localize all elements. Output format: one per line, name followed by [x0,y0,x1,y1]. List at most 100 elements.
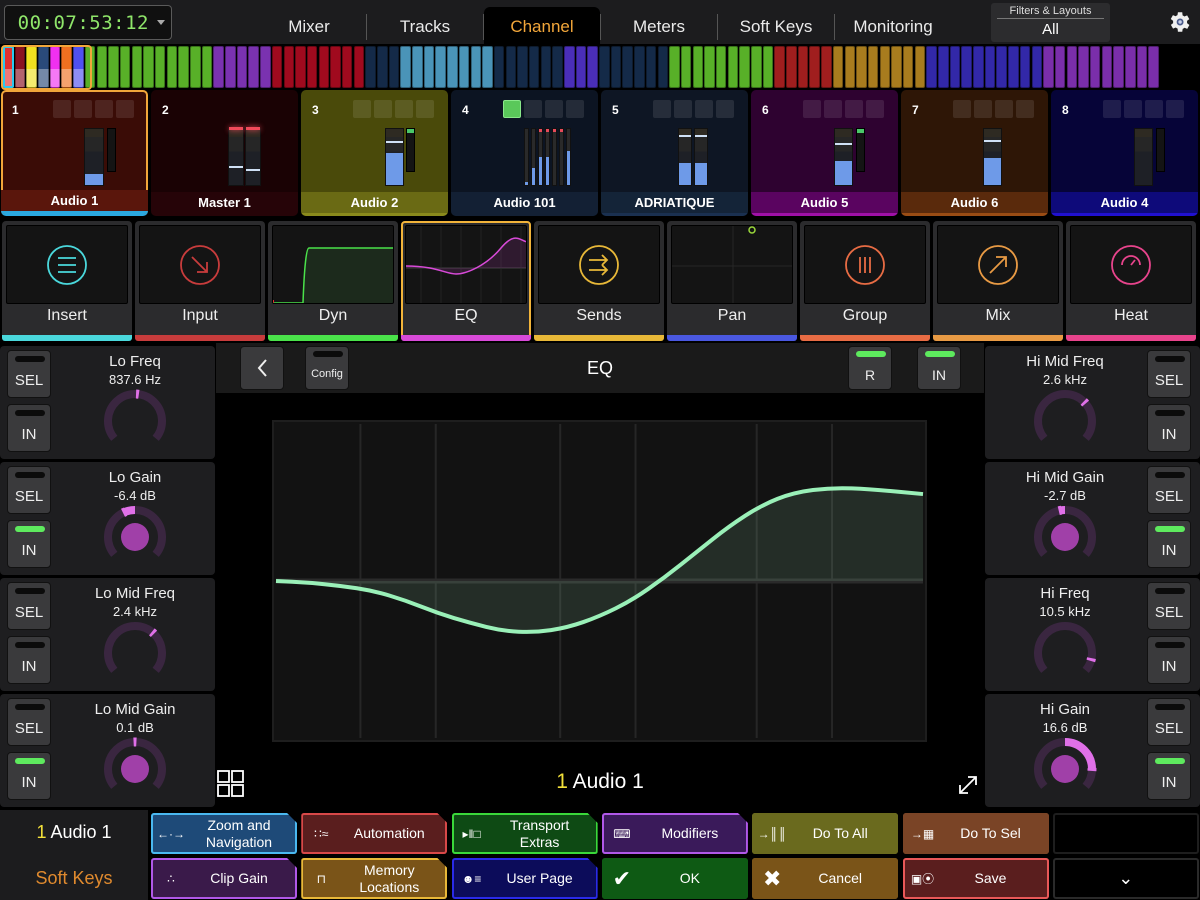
strip-track-segment[interactable] [213,46,224,88]
softkey-save[interactable]: ▣⦿ Save [902,858,1049,899]
strip-track-segment[interactable] [505,46,517,88]
strip-track-segment[interactable] [938,46,949,88]
section-tile-input[interactable]: Input [135,221,265,341]
strip-track-segment[interactable] [1031,46,1042,88]
channel-tile[interactable]: 1 Audio 1 [1,90,148,216]
strip-track-segment[interactable] [306,46,318,88]
strip-track-segment[interactable] [984,46,996,88]
insert-slot[interactable] [74,100,92,118]
insert-slot[interactable] [974,100,992,118]
strip-track-segment[interactable] [73,46,84,88]
softkey-do-to-all[interactable]: →║║ Do To All [752,813,899,854]
strip-track-segment[interactable] [49,46,61,88]
in-button[interactable]: IN [7,636,51,684]
in-button[interactable]: IN [1147,404,1191,452]
strip-track-segment[interactable] [844,46,855,88]
timecode-display[interactable]: 00:07:53:12 [4,5,172,40]
strip-track-segment[interactable] [388,46,400,88]
channel-tile[interactable]: 8 Audio 4 [1051,90,1198,216]
eq-in-button[interactable]: IN [917,346,961,390]
strip-track-segment[interactable] [1125,46,1136,88]
strip-track-segment[interactable] [1008,46,1019,88]
insert-slot[interactable] [116,100,134,118]
in-button[interactable]: IN [1147,636,1191,684]
strip-track-segment[interactable] [587,46,598,88]
insert-slot[interactable] [1145,100,1163,118]
softkey-do-to-sel[interactable]: →▦ Do To Sel [902,813,1049,854]
strip-track-segment[interactable] [867,46,879,88]
strip-track-segment[interactable] [680,46,692,88]
section-tile-sends[interactable]: Sends [534,221,664,341]
strip-track-segment[interactable] [657,46,668,88]
strip-track-segment[interactable] [832,46,844,88]
strip-track-segment[interactable] [1043,46,1054,88]
filters-layouts-button[interactable]: Filters & Layouts All [991,3,1110,42]
strip-track-segment[interactable] [318,46,330,88]
strip-track-segment[interactable] [166,46,178,88]
channel-fader[interactable] [1134,128,1153,186]
gain-knob[interactable] [100,734,170,804]
expand-icon[interactable] [956,773,980,797]
softkey-transport-extras[interactable]: ▸‖□ Transport Extras [452,813,598,854]
insert-slot[interactable] [716,100,734,118]
strip-track-segment[interactable] [926,46,937,88]
strip-track-segment[interactable] [610,46,622,88]
strip-track-segment[interactable] [1089,46,1101,88]
tab-mixer[interactable]: Mixer [252,0,366,44]
strip-track-segment[interactable] [26,46,37,88]
insert-slot[interactable] [395,100,413,118]
insert-slot[interactable] [1016,100,1034,118]
insert-slot[interactable] [1166,100,1184,118]
channel-fader[interactable] [678,128,692,186]
softkey-chevron-down-icon[interactable]: ⌄ [1052,858,1199,899]
strip-track-segment[interactable] [751,46,762,88]
in-button[interactable]: IN [7,404,51,452]
strip-track-segment[interactable] [201,46,213,88]
strip-track-segment[interactable] [283,46,294,88]
strip-track-segment[interactable] [1113,46,1124,88]
strip-track-segment[interactable] [400,46,411,88]
strip-track-segment[interactable] [809,46,820,88]
strip-track-segment[interactable] [645,46,657,88]
tab-monitoring[interactable]: Monitoring [835,0,951,44]
section-tile-group[interactable]: Group [800,221,930,341]
insert-slot[interactable] [803,100,821,118]
softkey-automation[interactable]: ∷≈ Automation [301,813,447,854]
strip-track-segment[interactable] [225,46,236,88]
in-button[interactable]: IN [1147,520,1191,568]
insert-slot[interactable] [1103,100,1121,118]
back-button[interactable] [240,346,284,390]
strip-track-segment[interactable] [914,46,926,88]
channel-fader[interactable] [84,128,104,186]
insert-slot[interactable] [53,100,71,118]
strip-track-segment[interactable] [762,46,774,88]
insert-slot[interactable] [566,100,584,118]
softkey-modifiers[interactable]: ⌨ Modifiers [602,813,748,854]
softkey-empty[interactable] [1052,813,1199,854]
section-tile-heat[interactable]: Heat [1066,221,1196,341]
strip-track-segment[interactable] [260,46,271,88]
strip-track-segment[interactable] [423,46,435,88]
strip-track-segment[interactable] [739,46,750,88]
softkey-ok[interactable]: ✔ OK [601,858,748,899]
section-tile-eq[interactable]: EQ [401,221,531,341]
frequency-knob[interactable] [1030,618,1100,688]
insert-slot[interactable] [845,100,863,118]
sel-button[interactable]: SEL [7,582,51,630]
strip-track-segment[interactable] [797,46,809,88]
gain-knob[interactable] [100,502,170,572]
strip-track-segment[interactable] [365,46,376,88]
strip-track-segment[interactable] [131,46,143,88]
insert-slot[interactable] [824,100,842,118]
tab-meters[interactable]: Meters [601,0,717,44]
strip-track-segment[interactable] [821,46,832,88]
strip-track-segment[interactable] [575,46,587,88]
softkey-clip-gain[interactable]: ∴ Clip Gain [151,858,297,899]
strip-track-segment[interactable] [1066,46,1078,88]
strip-track-segment[interactable] [692,46,704,88]
insert-slot[interactable] [953,100,971,118]
channel-tile[interactable]: 2 Master 1 [151,90,298,216]
strip-track-segment[interactable] [295,46,306,88]
channel-fader[interactable] [228,127,244,186]
insert-slot[interactable] [653,100,671,118]
